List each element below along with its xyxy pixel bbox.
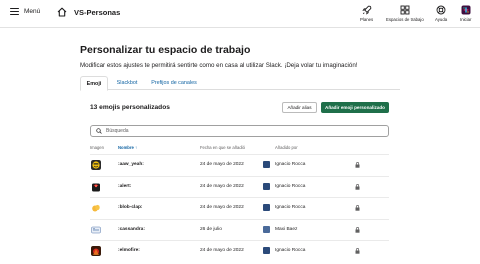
search-input[interactable] (106, 128, 366, 134)
nav-planes[interactable]: Planes (360, 5, 373, 22)
emoji-name: :elmofire: (118, 248, 140, 253)
add-alias-button[interactable]: Añadir alias (282, 102, 317, 113)
emoji-count-title: 13 emojis personalizados (90, 104, 170, 111)
avatar (263, 204, 270, 211)
lock-icon[interactable] (355, 162, 360, 168)
emoji-name: :aaw_yeah: (118, 162, 144, 167)
workspace-home-link[interactable]: VS-Personas (57, 7, 120, 17)
nav-workspaces-label: Espacios de trabajo (386, 17, 424, 22)
menu-button[interactable]: Menú (10, 8, 40, 15)
help-lifebuoy-icon (436, 5, 446, 15)
emoji-date: 24 de mayo de 2022 (200, 183, 244, 189)
emoji-name: :alert: (118, 183, 132, 189)
home-icon (57, 7, 67, 17)
workspace-name: VS-Personas (74, 7, 121, 17)
column-name[interactable]: Nombre ↑ (118, 145, 137, 150)
tab-emoji[interactable]: Emoji (80, 76, 108, 91)
table-row: :aaw_yeah: 24 de mayo de 2022 Ignacio Ro… (90, 154, 389, 176)
emoji-alert-image (92, 183, 100, 191)
hamburger-icon (10, 8, 19, 15)
top-bar: Menú VS-Personas Planes Espacios de trab… (0, 0, 480, 28)
tab-slackbot[interactable]: Slackbot (110, 76, 144, 90)
nav-help[interactable]: Ayuda (435, 5, 447, 22)
emoji-search[interactable] (90, 125, 389, 137)
lock-icon[interactable] (355, 205, 360, 211)
nav-help-label: Ayuda (435, 17, 448, 22)
emoji-aaw-yeah-image (91, 160, 101, 170)
emoji-cassandra-image (91, 226, 101, 233)
column-date: Fecha en que se añadió (200, 145, 245, 150)
grid-icon (400, 5, 410, 15)
avatar (263, 225, 270, 233)
emoji-table-body: :aaw_yeah: 24 de mayo de 2022 Ignacio Ro… (90, 154, 389, 262)
sort-arrow-icon: ↑ (135, 145, 138, 150)
add-custom-emoji-button[interactable]: Añadir emoji personalizado (321, 102, 389, 113)
emoji-blob-clap-image (92, 204, 100, 212)
table-header: Imagen Nombre ↑ Fecha en que se añadió A… (90, 144, 389, 154)
table-row: :elmofire: 24 de mayo de 2022 Ignacio Ro… (90, 240, 389, 262)
column-image: Imagen (90, 145, 104, 150)
emoji-name: :blob-clap: (118, 205, 143, 210)
emoji-date: 24 de mayo de 2022 (200, 248, 244, 253)
rocket-icon (361, 5, 371, 15)
nav-start[interactable]: Iniciar (460, 5, 471, 22)
lock-icon[interactable] (355, 226, 360, 233)
page-subtitle: Modificar estos ajustes te permitirá sen… (80, 62, 358, 69)
emoji-date: 26 de julio (200, 226, 222, 232)
emoji-elmofire-image (91, 246, 101, 256)
lock-icon[interactable] (355, 248, 360, 254)
emoji-date: 24 de mayo de 2022 (200, 162, 244, 167)
settings-tabs: Emoji Slackbot Prefijos de canales (80, 76, 400, 91)
avatar (263, 161, 270, 168)
table-row: :blob-clap: 24 de mayo de 2022 Ignacio R… (90, 197, 389, 219)
emoji-name: :cassandra: (118, 226, 145, 232)
emoji-panel: 13 emojis personalizados Añadir alias Añ… (80, 90, 400, 264)
table-row: :cassandra: 26 de julio Maxi Baez (90, 218, 389, 241)
menu-label: Menú (24, 8, 41, 15)
column-name-label: Nombre (118, 145, 134, 150)
search-icon (96, 128, 102, 134)
emoji-date: 24 de mayo de 2022 (200, 205, 244, 210)
nav-workspaces[interactable]: Espacios de trabajo (386, 5, 424, 22)
nav-start-label: Iniciar (460, 17, 472, 22)
slack-logo-icon (461, 5, 471, 15)
emoji-added-by: Ignacio Rocca (275, 162, 306, 167)
avatar (263, 247, 270, 254)
emoji-added-by: Ignacio Rocca (275, 205, 306, 210)
column-added-by: Añadido por (275, 145, 298, 150)
emoji-added-by: Maxi Baez (275, 226, 298, 232)
emoji-added-by: Ignacio Rocca (275, 248, 306, 253)
table-row: :alert: 24 de mayo de 2022 Ignacio Rocca (90, 175, 389, 198)
avatar (263, 182, 270, 190)
nav-planes-label: Planes (360, 17, 374, 22)
emoji-added-by: Ignacio Rocca (275, 183, 306, 189)
lock-icon[interactable] (355, 183, 360, 190)
page-title: Personalizar tu espacio de trabajo (80, 44, 251, 56)
tab-channel-prefixes[interactable]: Prefijos de canales (148, 76, 200, 90)
